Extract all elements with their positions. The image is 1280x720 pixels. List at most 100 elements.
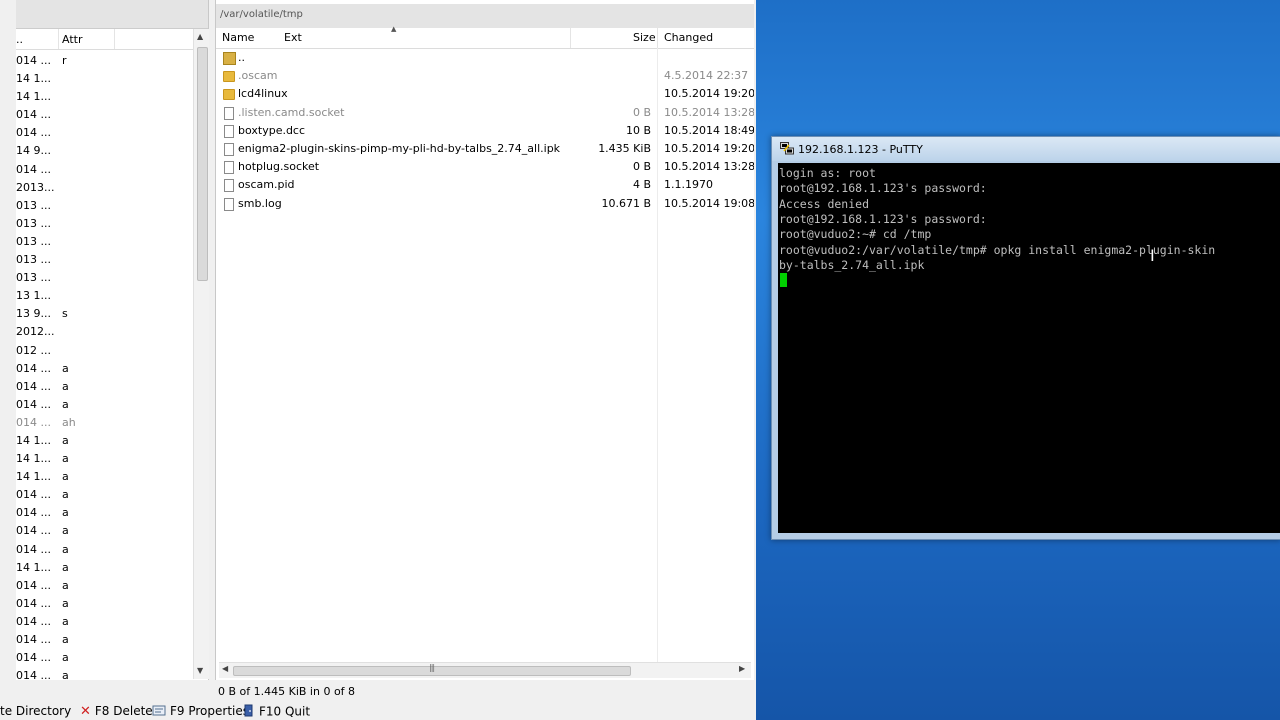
- right-column-header: Name Ext ▲ Size Changed: [216, 25, 754, 49]
- list-item[interactable]: 014 ... r: [16, 52, 196, 70]
- table-row[interactable]: .oscam 4.5.2014 22:37: [216, 67, 754, 85]
- table-row[interactable]: ..: [216, 49, 754, 67]
- scrollbar-thumb[interactable]: [197, 47, 208, 281]
- row-attr: a: [62, 506, 69, 520]
- file-changed: 10.5.2014 18:49: [664, 123, 754, 137]
- list-item[interactable]: 012 ...: [16, 342, 196, 360]
- left-file-panel[interactable]: .. Attr 014 ... r 14 1... 14 1... 014 ... 014…: [16, 0, 209, 680]
- row-date: 2013...: [16, 180, 55, 194]
- scroll-left-icon[interactable]: ◀: [222, 664, 228, 673]
- list-item[interactable]: 14 1... a: [16, 450, 196, 468]
- list-item[interactable]: 13 1...: [16, 287, 196, 305]
- row-date: 014 ...: [16, 596, 51, 610]
- header-size[interactable]: Size: [633, 31, 656, 44]
- list-item[interactable]: 2012...: [16, 323, 196, 341]
- right-path-bar[interactable]: /var/volatile/tmp: [216, 4, 754, 29]
- list-item[interactable]: 014 ... a: [16, 595, 196, 613]
- list-item[interactable]: 013 ...: [16, 233, 196, 251]
- f8-delete-button[interactable]: ✕ F8 Delete: [80, 704, 153, 719]
- sort-caret-icon: ▲: [391, 25, 397, 33]
- table-row[interactable]: oscam.pid 4 B 1.1.1970: [216, 176, 754, 194]
- row-date: 014 ...: [16, 542, 51, 556]
- f9-properties-button[interactable]: F9 Properties: [152, 704, 249, 719]
- file-name: .oscam: [238, 69, 278, 83]
- list-item[interactable]: 014 ... a: [16, 631, 196, 649]
- row-date: 014 ...: [16, 633, 51, 646]
- file-icon: [224, 179, 234, 193]
- file-name: hotplug.socket: [238, 160, 320, 174]
- list-item[interactable]: 014 ... ah: [16, 414, 196, 432]
- putty-title-bar[interactable]: 192.168.1.123 - PuTTY: [772, 137, 1280, 161]
- list-item[interactable]: 014 ... a: [16, 504, 196, 522]
- row-date: 013 ...: [16, 234, 51, 248]
- file-icon: [224, 124, 234, 138]
- list-item[interactable]: 014 ... a: [16, 522, 196, 540]
- header-changed[interactable]: Changed: [664, 31, 713, 44]
- table-row[interactable]: boxtype.dcc 10 B 10.5.2014 18:49: [216, 122, 754, 140]
- left-header-date[interactable]: ..: [16, 33, 23, 46]
- list-item[interactable]: 014 ... a: [16, 378, 196, 396]
- header-name[interactable]: Name: [222, 31, 254, 44]
- list-item[interactable]: 014 ... a: [16, 396, 196, 414]
- header-ext[interactable]: Ext: [284, 31, 302, 44]
- left-path-bar[interactable]: [16, 0, 208, 29]
- list-item[interactable]: 014 ... a: [16, 667, 196, 680]
- putty-title: 192.168.1.123 - PuTTY: [798, 143, 923, 156]
- list-item[interactable]: 014 ...: [16, 106, 196, 124]
- right-file-list[interactable]: .. .oscam 4.5.2014 22:37 lcd4linux 10.5.2014…: [216, 49, 754, 213]
- parent-dir-icon: [223, 52, 236, 65]
- f7-make-directory-button[interactable]: te Directory: [0, 704, 71, 718]
- left-file-list[interactable]: 014 ... r 14 1... 14 1... 014 ... 014 ... 14 9…: [16, 52, 196, 680]
- row-date: 014 ...: [16, 578, 51, 592]
- list-item[interactable]: 2013...: [16, 179, 196, 197]
- terminal-line: root@vuduo2:/var/volatile/tmp# opkg inst…: [779, 242, 1216, 257]
- list-item[interactable]: 014 ... a: [16, 360, 196, 378]
- table-row[interactable]: .listen.camd.socket 0 B 10.5.2014 13:28: [216, 104, 754, 122]
- table-row[interactable]: smb.log 10.671 B 10.5.2014 19:08: [216, 195, 754, 213]
- table-row[interactable]: enigma2-plugin-skins-pimp-my-pli-hd-by-t…: [216, 140, 754, 158]
- list-item[interactable]: 014 ... a: [16, 541, 196, 559]
- row-attr: a: [62, 669, 69, 680]
- list-item[interactable]: 014 ... a: [16, 613, 196, 631]
- row-date: 013 ...: [16, 253, 51, 267]
- scroll-right-icon[interactable]: ▶: [739, 664, 745, 673]
- list-item[interactable]: 14 1...: [16, 70, 196, 88]
- selection-status: 0 B of 1.445 KiB in 0 of 8: [218, 685, 356, 698]
- scroll-down-icon[interactable]: ▼: [197, 666, 203, 675]
- list-item[interactable]: 014 ... a: [16, 486, 196, 504]
- row-date: 14 1...: [16, 433, 51, 447]
- row-attr: a: [62, 433, 69, 447]
- list-item[interactable]: 013 ...: [16, 251, 196, 269]
- list-item[interactable]: 14 1... a: [16, 468, 196, 486]
- row-date: 013 ...: [16, 271, 51, 285]
- f10-quit-button[interactable]: F10 Quit: [243, 704, 310, 720]
- list-item[interactable]: 14 9...: [16, 142, 196, 160]
- file-size: 4 B: [632, 178, 651, 192]
- row-date: 014 ...: [16, 379, 51, 393]
- row-attr: a: [62, 578, 69, 592]
- list-item[interactable]: 013 ...: [16, 197, 196, 215]
- list-item[interactable]: 14 1... a: [16, 432, 196, 450]
- table-row[interactable]: hotplug.socket 0 B 10.5.2014 13:28: [216, 158, 754, 176]
- terminal-line: root@192.168.1.123's password:: [779, 181, 987, 196]
- putty-window[interactable]: 192.168.1.123 - PuTTY I login as: root ro…: [771, 136, 1280, 540]
- row-attr: a: [62, 614, 69, 628]
- left-header-attr[interactable]: Attr: [62, 33, 82, 46]
- list-item[interactable]: 013 ...: [16, 269, 196, 287]
- list-item[interactable]: 014 ... a: [16, 649, 196, 667]
- left-vertical-scrollbar[interactable]: ▲ ▼: [193, 29, 209, 679]
- horizontal-scrollbar[interactable]: ◀ ||| ▶: [219, 662, 751, 678]
- terminal-screen[interactable]: I login as: root root@192.168.1.123's pas…: [778, 163, 1280, 533]
- row-attr: a: [62, 397, 69, 411]
- list-item[interactable]: 014 ... a: [16, 577, 196, 595]
- list-item[interactable]: 13 9... s: [16, 305, 196, 323]
- right-file-panel[interactable]: /var/volatile/tmp Name Ext ▲ Size Change…: [215, 0, 754, 680]
- row-date: 014 ...: [16, 397, 51, 411]
- scroll-up-icon[interactable]: ▲: [197, 32, 203, 41]
- table-row[interactable]: lcd4linux 10.5.2014 19:20: [216, 85, 754, 103]
- list-item[interactable]: 013 ...: [16, 215, 196, 233]
- list-item[interactable]: 014 ...: [16, 161, 196, 179]
- list-item[interactable]: 14 1... a: [16, 559, 196, 577]
- list-item[interactable]: 14 1...: [16, 88, 196, 106]
- list-item[interactable]: 014 ...: [16, 124, 196, 142]
